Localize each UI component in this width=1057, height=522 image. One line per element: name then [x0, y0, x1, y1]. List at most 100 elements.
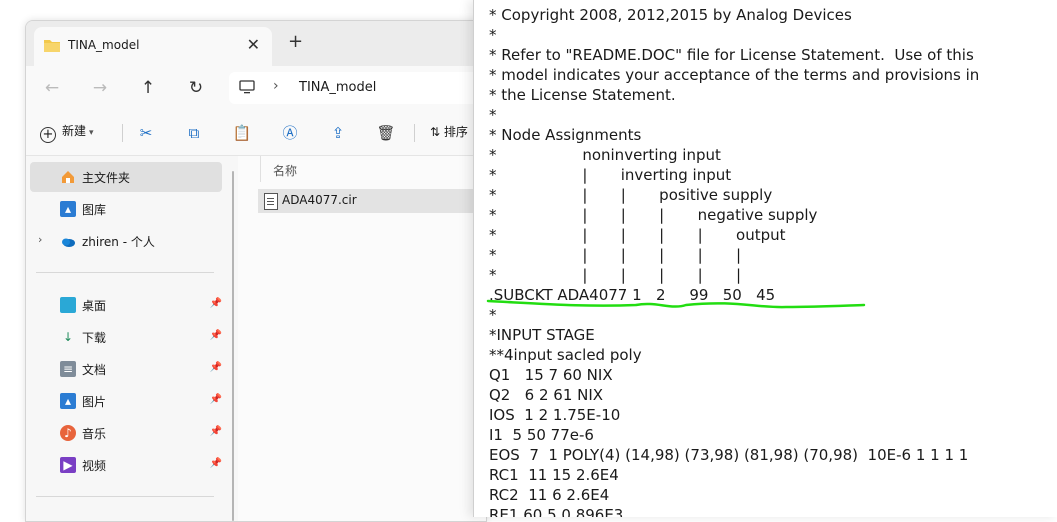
- file-name: ADA4077.cir: [282, 193, 357, 207]
- sidebar-divider: [36, 272, 214, 273]
- breadcrumb-separator: ›: [273, 78, 279, 94]
- video-icon: ▶: [60, 457, 76, 473]
- copy-icon[interactable]: ⧉: [184, 123, 204, 143]
- address-bar[interactable]: › TINA_model: [229, 72, 486, 104]
- code-line[interactable]: * | | | negative supply: [489, 206, 817, 226]
- computer-icon: [239, 80, 255, 94]
- breadcrumb-current-folder[interactable]: TINA_model: [299, 80, 376, 95]
- sidebar-item-label: 音乐: [82, 427, 107, 441]
- text-editor[interactable]: * Copyright 2008, 2012,2015 by Analog De…: [473, 0, 1057, 517]
- code-line[interactable]: *: [489, 106, 497, 126]
- sidebar-item-home[interactable]: 主文件夹: [30, 162, 222, 192]
- document-icon: ≡: [60, 361, 76, 377]
- code-line[interactable]: Q2 6 2 61 NIX: [489, 386, 603, 406]
- toolbar-divider: [122, 124, 123, 142]
- tab-tina-model[interactable]: TINA_model ✕: [34, 27, 272, 66]
- tab-bar: TINA_model ✕ +: [26, 21, 486, 66]
- chevron-right-icon[interactable]: ›: [38, 233, 42, 246]
- code-line[interactable]: * | | | | output: [489, 226, 786, 246]
- chevron-down-icon: ▾: [89, 128, 94, 138]
- pictures-icon: ▴: [60, 393, 76, 409]
- folder-icon: [44, 40, 60, 52]
- download-icon: ↓: [62, 330, 74, 344]
- sidebar-item-onedrive[interactable]: › zhiren - 个人: [30, 226, 222, 256]
- file-list: 名称 ADA4077.cir: [238, 156, 486, 521]
- sidebar-item-downloads[interactable]: ↓ 下载 📌: [30, 322, 222, 352]
- pin-icon[interactable]: 📌: [210, 330, 222, 341]
- sidebar-item-music[interactable]: ♪ 音乐 📌: [30, 418, 222, 448]
- file-explorer-window: TINA_model ✕ + ← → ↑ ↻ › TINA_model + 新建 ▾…: [25, 20, 487, 522]
- rename-icon[interactable]: Ⓐ: [280, 123, 300, 143]
- home-icon: [62, 171, 74, 183]
- code-line[interactable]: IOS 1 2 1.75E-10: [489, 406, 620, 426]
- code-line[interactable]: * | | | | |: [489, 246, 741, 266]
- sidebar-item-label: 图库: [82, 203, 107, 217]
- sidebar-item-label: 主文件夹: [82, 171, 131, 185]
- sidebar-item-label: 文档: [82, 363, 107, 377]
- forward-arrow-icon[interactable]: →: [88, 76, 112, 100]
- column-divider: [260, 156, 261, 182]
- code-line[interactable]: EOS 7 1 POLY(4) (14,98) (73,98) (81,98) …: [489, 446, 968, 466]
- sidebar-item-desktop[interactable]: 桌面 📌: [30, 290, 222, 320]
- pin-icon[interactable]: 📌: [210, 298, 222, 309]
- text-file-icon: [264, 193, 278, 210]
- sort-button[interactable]: ⇅ 排序: [430, 123, 468, 140]
- delete-icon[interactable]: 🗑: [376, 123, 396, 143]
- share-icon[interactable]: ⇪: [328, 123, 348, 143]
- code-line[interactable]: * Refer to "README.DOC" file for License…: [489, 46, 974, 66]
- pin-icon[interactable]: 📌: [210, 426, 222, 437]
- file-row[interactable]: ADA4077.cir: [258, 189, 486, 213]
- toolbar-divider: [414, 124, 415, 142]
- code-line[interactable]: * Copyright 2008, 2012,2015 by Analog De…: [489, 6, 852, 26]
- close-icon[interactable]: ✕: [247, 35, 260, 54]
- paste-icon[interactable]: 📋: [232, 123, 252, 143]
- code-line[interactable]: RC1 11 15 2.6E4: [489, 466, 619, 486]
- new-tab-button[interactable]: +: [288, 31, 303, 52]
- code-line[interactable]: I1 5 50 77e-6: [489, 426, 594, 446]
- up-arrow-icon[interactable]: ↑: [136, 76, 160, 100]
- sidebar-item-videos[interactable]: ▶ 视频 📌: [30, 450, 222, 480]
- code-line[interactable]: Q1 15 7 60 NIX: [489, 366, 613, 386]
- command-bar: + 新建 ▾ ✂ ⧉ 📋 Ⓐ ⇪ 🗑 ⇅ 排序: [26, 110, 486, 156]
- pin-icon[interactable]: 📌: [210, 394, 222, 405]
- code-line[interactable]: RC2 11 6 2.6E4: [489, 486, 609, 506]
- pin-icon[interactable]: 📌: [210, 362, 222, 373]
- plus-icon: +: [40, 127, 56, 143]
- code-line[interactable]: * model indicates your acceptance of the…: [489, 66, 979, 86]
- code-line[interactable]: **4input sacled poly: [489, 346, 642, 366]
- cut-icon[interactable]: ✂: [136, 123, 156, 143]
- sidebar-scrollbar[interactable]: [232, 171, 234, 521]
- sidebar-divider: [36, 496, 214, 497]
- new-button[interactable]: + 新建 ▾: [40, 122, 94, 144]
- refresh-icon[interactable]: ↻: [184, 76, 208, 100]
- music-icon: ♪: [60, 425, 76, 441]
- code-line[interactable]: * | inverting input: [489, 166, 731, 186]
- code-line[interactable]: * Node Assignments: [489, 126, 641, 146]
- code-line[interactable]: * | | positive supply: [489, 186, 772, 206]
- sidebar-item-label: zhiren - 个人: [82, 235, 155, 249]
- pin-icon[interactable]: 📌: [210, 458, 222, 469]
- navigation-pane: 主文件夹 ▴ 图库 › zhiren - 个人 桌面 📌 ↓ 下载 📌 ≡ 文档…: [26, 156, 234, 521]
- sidebar-item-label: 桌面: [82, 299, 107, 313]
- code-line[interactable]: *INPUT STAGE: [489, 326, 595, 346]
- desktop-icon: [60, 297, 76, 313]
- code-line[interactable]: *: [489, 26, 497, 46]
- sidebar-item-gallery[interactable]: ▴ 图库: [30, 194, 222, 224]
- sidebar-item-label: 图片: [82, 395, 107, 409]
- sort-button-label: 排序: [443, 125, 468, 139]
- sidebar-item-pictures[interactable]: ▴ 图片 📌: [30, 386, 222, 416]
- gallery-icon: ▴: [60, 201, 76, 217]
- code-line[interactable]: RE1 60 5 0.896E3: [489, 506, 623, 517]
- code-line[interactable]: * noninverting input: [489, 146, 721, 166]
- navigation-bar: ← → ↑ ↻ › TINA_model: [26, 66, 486, 110]
- tab-title: TINA_model: [68, 38, 140, 52]
- sidebar-item-label: 下载: [82, 331, 107, 345]
- onedrive-cloud-icon: [62, 238, 75, 247]
- sidebar-item-documents[interactable]: ≡ 文档 📌: [30, 354, 222, 384]
- column-header-name[interactable]: 名称: [273, 162, 297, 179]
- code-line[interactable]: * | | | | |: [489, 266, 741, 286]
- back-arrow-icon[interactable]: ←: [40, 76, 64, 100]
- code-line[interactable]: * the License Statement.: [489, 86, 676, 106]
- new-button-label: 新建: [62, 124, 87, 138]
- green-underline-annotation: [486, 299, 866, 309]
